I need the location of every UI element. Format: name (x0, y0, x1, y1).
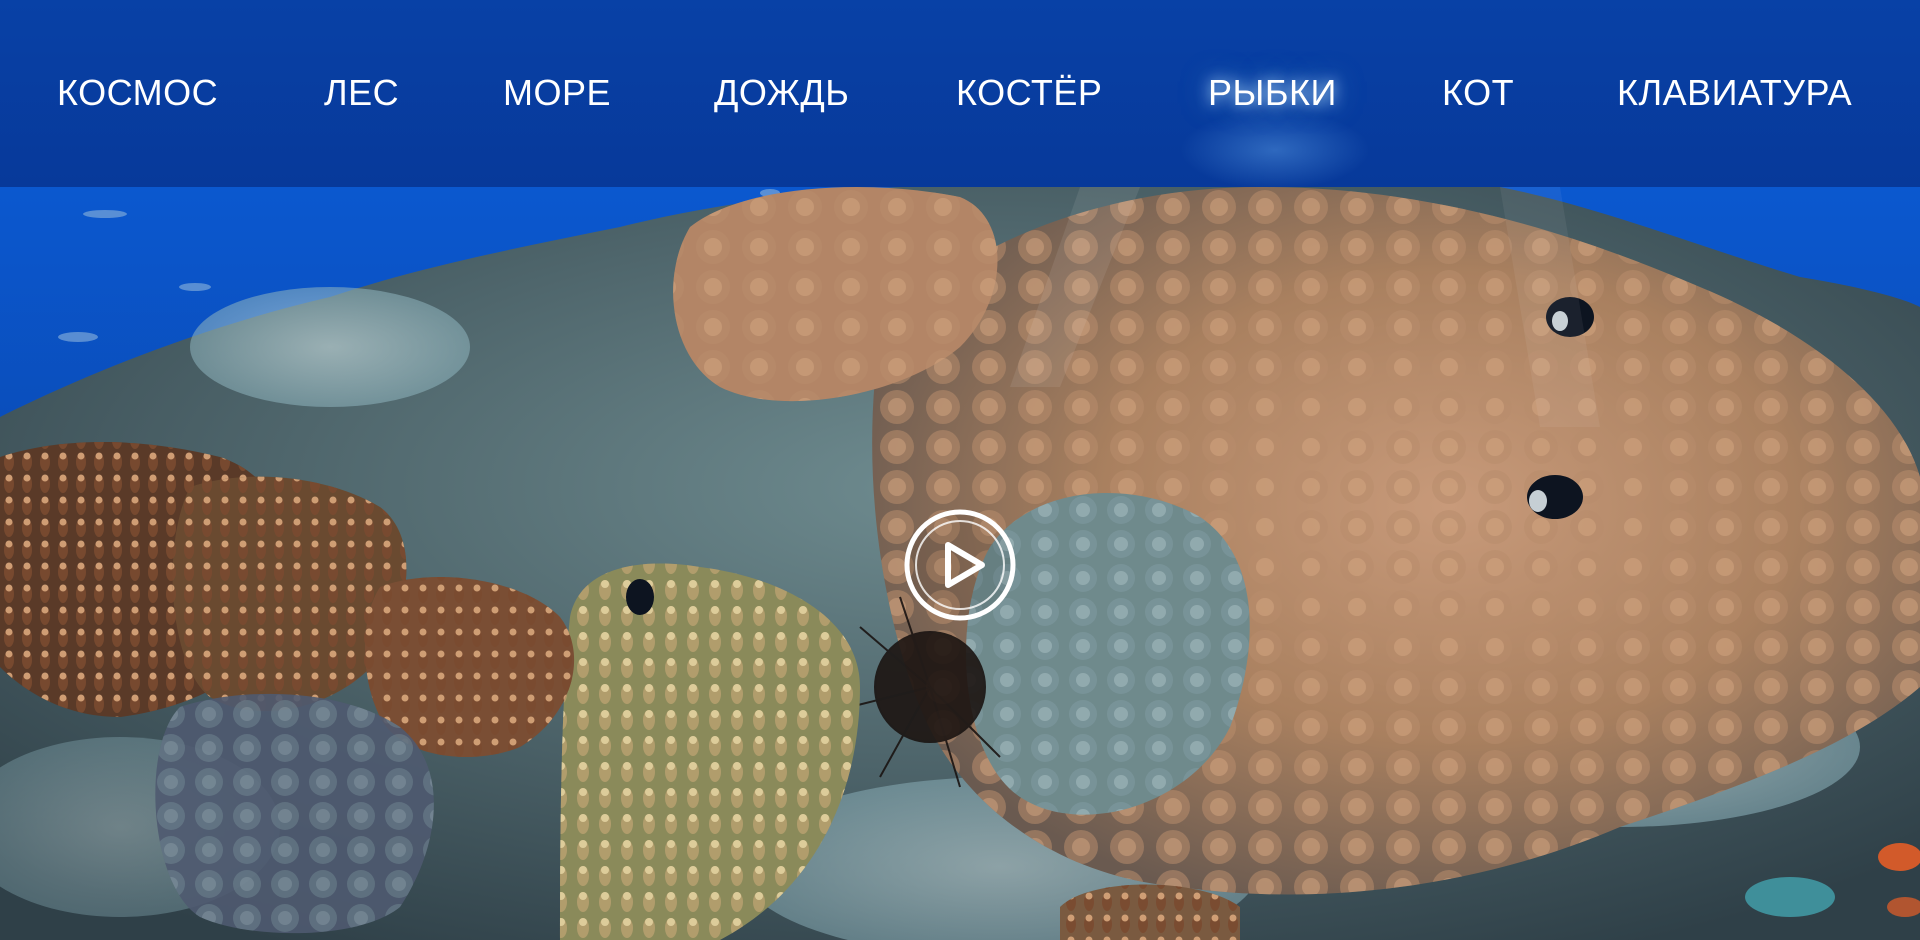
top-navigation: КОСМОС ЛЕС МОРЕ ДОЖДЬ КОСТЁР РЫБКИ КОТ К… (0, 0, 1920, 190)
play-icon (904, 509, 1016, 621)
nav-item-dozhd[interactable]: ДОЖДЬ (714, 68, 849, 118)
play-button[interactable] (904, 509, 1016, 621)
nav-item-rybki[interactable]: РЫБКИ (1208, 68, 1337, 118)
page: КОСМОС ЛЕС МОРЕ ДОЖДЬ КОСТЁР РЫБКИ КОТ К… (0, 0, 1920, 940)
nav-item-kot[interactable]: КОТ (1442, 68, 1514, 118)
nav-item-more[interactable]: МОРЕ (503, 68, 611, 118)
nav-item-klaviatura[interactable]: КЛАВИАТУРА (1617, 68, 1852, 118)
nav-item-kosmos[interactable]: КОСМОС (57, 68, 218, 118)
nav-item-les[interactable]: ЛЕС (324, 68, 399, 118)
nav-list: КОСМОС ЛЕС МОРЕ ДОЖДЬ КОСТЁР РЫБКИ КОТ К… (0, 0, 1920, 187)
nav-item-koster[interactable]: КОСТЁР (956, 68, 1102, 118)
